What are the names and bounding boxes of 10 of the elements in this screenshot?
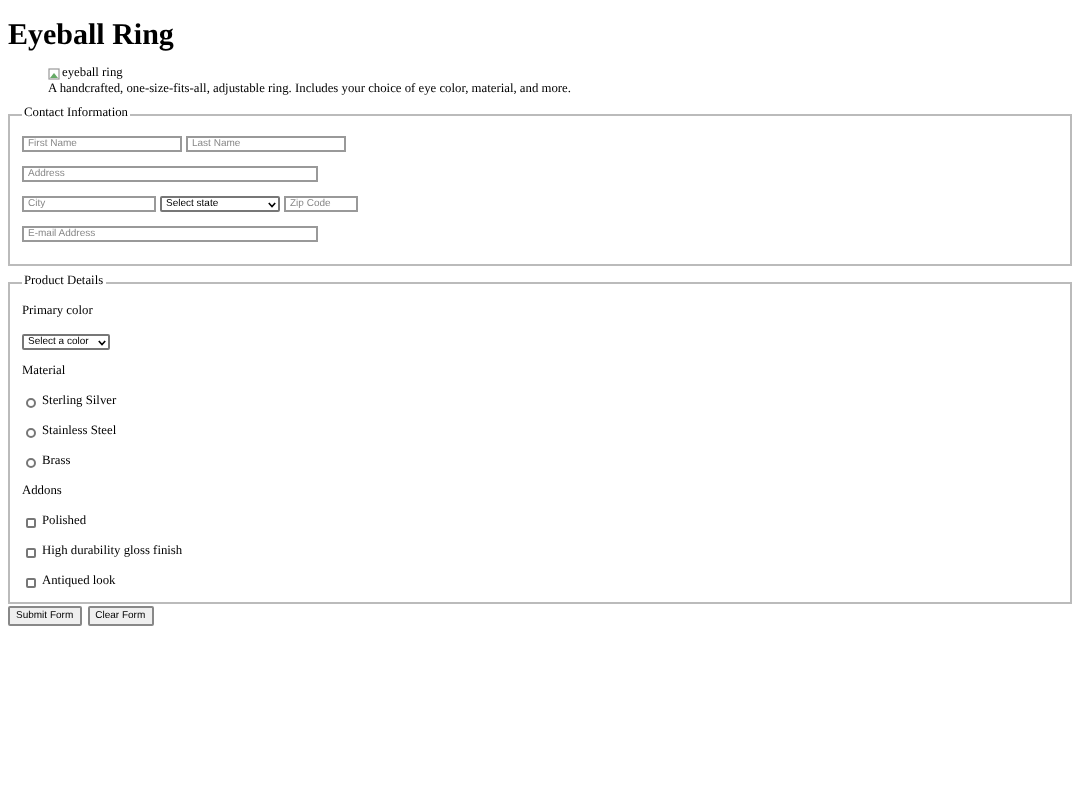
page-title: Eyeball Ring [8, 18, 176, 54]
checkbox[interactable] [26, 577, 36, 587]
caret-icon [268, 201, 276, 207]
caret-icon [98, 339, 106, 345]
checkbox[interactable] [26, 547, 36, 557]
radio-button[interactable] [26, 457, 36, 467]
radio-button[interactable] [26, 397, 36, 407]
checkbox[interactable] [26, 517, 36, 527]
broken-image-icon [48, 68, 60, 80]
radio-button[interactable] [26, 427, 36, 437]
